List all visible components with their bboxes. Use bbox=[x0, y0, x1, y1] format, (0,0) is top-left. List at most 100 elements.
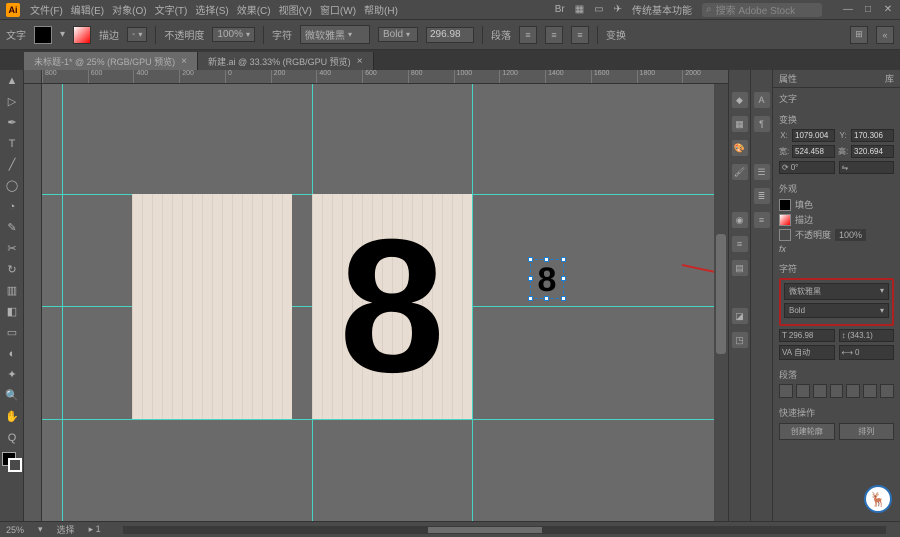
swatches-panel-icon[interactable]: ▦ bbox=[732, 116, 748, 132]
guide-horizontal[interactable] bbox=[42, 419, 714, 420]
para-align-right[interactable] bbox=[813, 384, 827, 398]
para-justify-right[interactable] bbox=[863, 384, 877, 398]
scrollbar-horizontal[interactable] bbox=[123, 526, 886, 534]
paragraph-panel-icon[interactable]: ¶ bbox=[754, 116, 770, 132]
minimize-button[interactable]: — bbox=[842, 4, 854, 15]
selection-handle[interactable] bbox=[561, 257, 566, 262]
selection-handle[interactable] bbox=[544, 257, 549, 262]
para-justify-all[interactable] bbox=[880, 384, 894, 398]
stroke-swatch-small[interactable] bbox=[779, 214, 791, 226]
eyedropper-tool[interactable]: ✦ bbox=[0, 364, 24, 385]
artboard-tool[interactable]: Q bbox=[0, 427, 24, 448]
properties-tab[interactable]: 属性 bbox=[779, 72, 797, 85]
search-input[interactable]: ⌕ 搜索 Adobe Stock bbox=[702, 3, 822, 17]
glyph-big-8[interactable]: 8 bbox=[339, 226, 445, 388]
shape-tool[interactable]: ◯ bbox=[0, 175, 24, 196]
menu-effect[interactable]: 效果(C) bbox=[237, 2, 271, 17]
zoom-tool[interactable]: 🔍 bbox=[0, 385, 24, 406]
artboard-2[interactable]: 8 bbox=[312, 194, 472, 419]
arrange-icon[interactable]: ▭ bbox=[594, 4, 603, 15]
tab-close-icon[interactable]: × bbox=[357, 56, 363, 67]
paintbrush-tool[interactable]: ◔ bbox=[0, 196, 24, 217]
opacity-field[interactable]: 100% bbox=[835, 229, 866, 241]
menu-help[interactable]: 帮助(H) bbox=[364, 2, 398, 17]
opacity-dropdown[interactable]: 100% bbox=[212, 27, 255, 42]
menu-view[interactable]: 视图(V) bbox=[279, 2, 312, 17]
fill-swatch-small[interactable] bbox=[779, 199, 791, 211]
stroke-weight-dropdown[interactable]: - bbox=[127, 27, 147, 42]
gradient-panel-icon[interactable]: ≡ bbox=[732, 236, 748, 252]
scrollbar-thumb[interactable] bbox=[428, 527, 543, 533]
fill-dropdown-icon[interactable]: ▾ bbox=[60, 29, 65, 40]
para-justify-left[interactable] bbox=[830, 384, 844, 398]
ruler-vertical[interactable] bbox=[24, 84, 42, 521]
scrollbar-vertical[interactable] bbox=[714, 84, 728, 521]
guide-vertical[interactable] bbox=[472, 84, 473, 521]
zoom-level[interactable]: 25% bbox=[6, 525, 24, 535]
panel-collapse-icon[interactable]: « bbox=[876, 26, 894, 44]
line-tool[interactable]: ╱ bbox=[0, 154, 24, 175]
kerning-field[interactable]: VA自动 bbox=[779, 345, 835, 360]
para-align-left[interactable] bbox=[779, 384, 793, 398]
h-field[interactable]: 320.694 bbox=[851, 145, 894, 158]
width-tool[interactable]: ◧ bbox=[0, 301, 24, 322]
para-justify-center[interactable] bbox=[846, 384, 860, 398]
menu-file[interactable]: 文件(F) bbox=[30, 2, 63, 17]
font-weight-dropdown[interactable]: Bold bbox=[378, 27, 418, 42]
fx-button[interactable]: fx bbox=[779, 244, 894, 254]
ruler-horizontal[interactable]: 800 600 400 200 0 200 400 600 800 1000 1… bbox=[42, 70, 728, 84]
shape-builder-tool[interactable]: ▭ bbox=[0, 322, 24, 343]
arrange-button[interactable]: 排列 bbox=[839, 423, 895, 440]
libraries-tab[interactable]: 库 bbox=[885, 72, 894, 85]
color-panel-icon[interactable]: ◆ bbox=[732, 92, 748, 108]
menu-select[interactable]: 选择(S) bbox=[195, 2, 228, 17]
document-tab-1[interactable]: 未标题-1* @ 25% (RGB/GPU 预览) × bbox=[24, 52, 198, 70]
document-tab-2[interactable]: 新建.ai @ 33.33% (RGB/GPU 预览) × bbox=[198, 52, 374, 70]
font-size-field[interactable]: T296.98 bbox=[779, 329, 835, 342]
align-right-button[interactable]: ≡ bbox=[571, 26, 589, 44]
align-center-button[interactable]: ≡ bbox=[545, 26, 563, 44]
transparency-panel-icon[interactable]: ▤ bbox=[732, 260, 748, 276]
font-size-field[interactable] bbox=[426, 27, 474, 43]
align-panel-icon[interactable]: ☰ bbox=[754, 164, 770, 180]
pathfinder-panel-icon[interactable]: ≣ bbox=[754, 188, 770, 204]
fill-stroke-indicator[interactable] bbox=[2, 452, 22, 472]
tracking-field[interactable]: ⟷0 bbox=[839, 345, 895, 360]
selection-handle[interactable] bbox=[561, 276, 566, 281]
stroke-color-icon[interactable] bbox=[8, 458, 22, 472]
pencil-tool[interactable]: ✎ bbox=[0, 217, 24, 238]
pen-tool[interactable]: ✒ bbox=[0, 112, 24, 133]
character-panel-icon[interactable]: A bbox=[754, 92, 770, 108]
direct-selection-tool[interactable]: ▷ bbox=[0, 91, 24, 112]
leading-field[interactable]: ↕(343.1) bbox=[839, 329, 895, 342]
brushes-panel-icon[interactable]: 🎨 bbox=[732, 140, 748, 156]
hand-tool[interactable]: ✋ bbox=[0, 406, 24, 427]
font-family-dropdown[interactable]: 微软雅黑 bbox=[300, 25, 370, 44]
rotate-field[interactable]: ⟳0° bbox=[779, 161, 835, 174]
selection-handle[interactable] bbox=[544, 296, 549, 301]
bridge-icon[interactable]: Br bbox=[555, 4, 565, 15]
artboard-nav[interactable]: ▸ 1 bbox=[89, 524, 101, 535]
appearance-panel-icon[interactable]: ◪ bbox=[732, 308, 748, 324]
menu-window[interactable]: 窗口(W) bbox=[320, 2, 356, 17]
gradient-tool[interactable]: ◐ bbox=[0, 343, 24, 364]
tab-close-icon[interactable]: × bbox=[181, 56, 187, 67]
y-field[interactable]: 170.306 bbox=[851, 129, 894, 142]
symbols-panel-icon[interactable]: 🖌 bbox=[732, 164, 748, 180]
font-weight-dropdown[interactable]: Bold▾ bbox=[784, 303, 889, 318]
create-outlines-button[interactable]: 创建轮廓 bbox=[779, 423, 835, 440]
scale-tool[interactable]: ▥ bbox=[0, 280, 24, 301]
font-family-dropdown[interactable]: 微软雅黑▾ bbox=[784, 283, 889, 300]
selected-text-object[interactable]: 8 bbox=[530, 259, 564, 299]
transform-panel-icon[interactable]: ≡ bbox=[754, 212, 770, 228]
selection-handle[interactable] bbox=[528, 257, 533, 262]
selection-handle[interactable] bbox=[528, 296, 533, 301]
layers-panel-icon[interactable]: ◳ bbox=[732, 332, 748, 348]
artboard-1[interactable] bbox=[132, 194, 292, 419]
rotate-tool[interactable]: ↻ bbox=[0, 259, 24, 280]
guide-vertical[interactable] bbox=[62, 84, 63, 521]
x-field[interactable]: 1079.004 bbox=[792, 129, 835, 142]
scrollbar-thumb[interactable] bbox=[716, 234, 726, 354]
menu-object[interactable]: 对象(O) bbox=[112, 2, 146, 17]
plane-icon[interactable]: ✈ bbox=[614, 4, 622, 15]
